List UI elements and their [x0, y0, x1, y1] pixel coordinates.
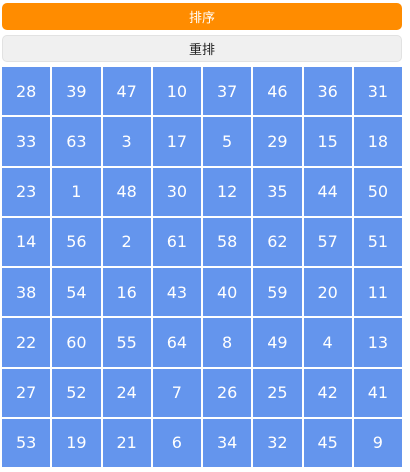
grid-cell[interactable]: 23	[2, 167, 51, 216]
grid-cell[interactable]: 46	[253, 67, 302, 116]
grid-cell[interactable]: 26	[203, 368, 252, 417]
grid-cell[interactable]: 2	[102, 217, 151, 266]
grid-cell[interactable]: 17	[152, 117, 201, 166]
grid-cell[interactable]: 41	[353, 368, 402, 417]
sort-button[interactable]: 排序	[2, 3, 402, 30]
grid-cell[interactable]: 31	[353, 67, 402, 116]
grid-cell[interactable]: 3	[102, 117, 151, 166]
grid-cell[interactable]: 56	[52, 217, 101, 266]
grid-cell[interactable]: 30	[152, 167, 201, 216]
grid-cell[interactable]: 32	[253, 418, 302, 467]
grid-cell[interactable]: 39	[52, 67, 101, 116]
grid-cell[interactable]: 62	[253, 217, 302, 266]
grid-cell[interactable]: 50	[353, 167, 402, 216]
grid-cell[interactable]: 15	[303, 117, 352, 166]
grid-cell[interactable]: 55	[102, 318, 151, 367]
grid-cell[interactable]: 58	[203, 217, 252, 266]
grid-cell[interactable]: 21	[102, 418, 151, 467]
grid-cell[interactable]: 36	[303, 67, 352, 116]
grid-cell[interactable]: 48	[102, 167, 151, 216]
grid-cell[interactable]: 11	[353, 268, 402, 317]
grid-cell[interactable]: 20	[303, 268, 352, 317]
grid-cell[interactable]: 47	[102, 67, 151, 116]
grid-cell[interactable]: 9	[353, 418, 402, 467]
grid-cell[interactable]: 42	[303, 368, 352, 417]
grid-cell[interactable]: 44	[303, 167, 352, 216]
grid-cell[interactable]: 18	[353, 117, 402, 166]
grid-cell[interactable]: 51	[353, 217, 402, 266]
grid-cell[interactable]: 59	[253, 268, 302, 317]
grid-cell[interactable]: 19	[52, 418, 101, 467]
grid-cell[interactable]: 54	[52, 268, 101, 317]
grid-cell[interactable]: 60	[52, 318, 101, 367]
number-grid: 28 39 47 10 37 46 36 31 33 63 3 17 5 29 15 18 23 1 48 30 12 3…	[2, 67, 402, 467]
grid-cell[interactable]: 12	[203, 167, 252, 216]
reset-button[interactable]: 重排	[2, 35, 402, 62]
grid-cell[interactable]: 35	[253, 167, 302, 216]
grid-cell[interactable]: 63	[52, 117, 101, 166]
grid-cell[interactable]: 29	[253, 117, 302, 166]
grid-cell[interactable]: 22	[2, 318, 51, 367]
grid-cell[interactable]: 7	[152, 368, 201, 417]
grid-cell[interactable]: 49	[253, 318, 302, 367]
grid-cell[interactable]: 1	[52, 167, 101, 216]
grid-cell[interactable]: 10	[152, 67, 201, 116]
grid-cell[interactable]: 33	[2, 117, 51, 166]
grid-cell[interactable]: 25	[253, 368, 302, 417]
grid-cell[interactable]: 34	[203, 418, 252, 467]
grid-cell[interactable]: 57	[303, 217, 352, 266]
grid-cell[interactable]: 4	[303, 318, 352, 367]
grid-cell[interactable]: 52	[52, 368, 101, 417]
grid-cell[interactable]: 43	[152, 268, 201, 317]
grid-cell[interactable]: 38	[2, 268, 51, 317]
grid-cell[interactable]: 64	[152, 318, 201, 367]
grid-cell[interactable]: 24	[102, 368, 151, 417]
grid-cell[interactable]: 16	[102, 268, 151, 317]
grid-cell[interactable]: 28	[2, 67, 51, 116]
grid-cell[interactable]: 8	[203, 318, 252, 367]
grid-cell[interactable]: 37	[203, 67, 252, 116]
grid-cell[interactable]: 53	[2, 418, 51, 467]
grid-cell[interactable]: 40	[203, 268, 252, 317]
grid-cell[interactable]: 6	[152, 418, 201, 467]
grid-cell[interactable]: 13	[353, 318, 402, 367]
grid-cell[interactable]: 5	[203, 117, 252, 166]
grid-cell[interactable]: 14	[2, 217, 51, 266]
grid-cell[interactable]: 45	[303, 418, 352, 467]
grid-cell[interactable]: 27	[2, 368, 51, 417]
grid-cell[interactable]: 61	[152, 217, 201, 266]
